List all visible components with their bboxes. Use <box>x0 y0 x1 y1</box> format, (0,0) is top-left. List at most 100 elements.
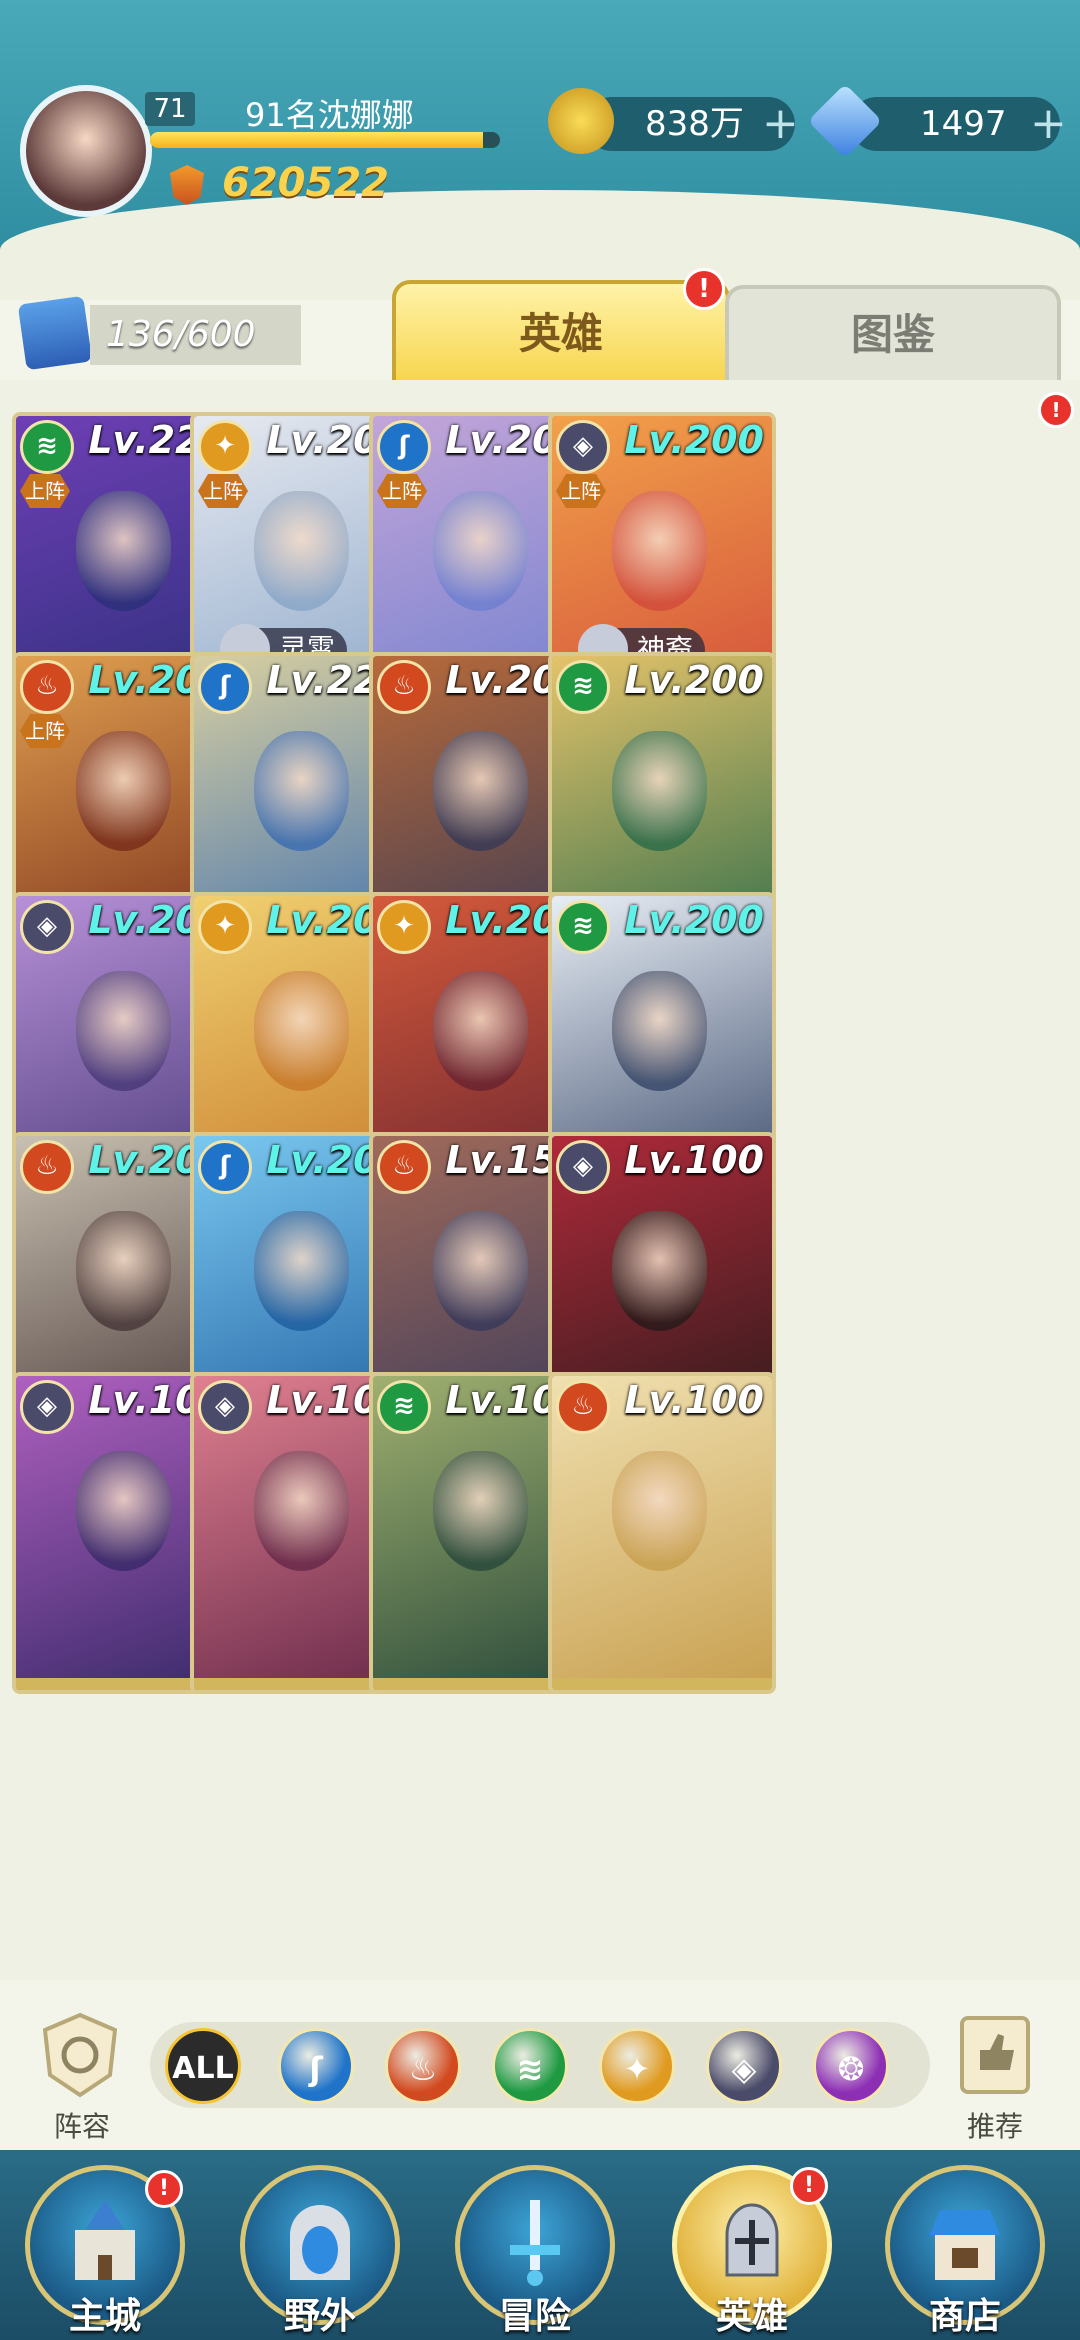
nav-city-badge: ! <box>145 2170 183 2208</box>
lineup-button[interactable] <box>35 2010 125 2100</box>
nav-heroes-badge: ! <box>790 2167 828 2205</box>
element-wind-icon: ≋ <box>556 660 610 714</box>
element-fire-icon: ♨ <box>20 660 74 714</box>
filter-dark-button[interactable]: ◈ <box>706 2028 782 2104</box>
filter-wind-button[interactable]: ≋ <box>492 2028 568 2104</box>
element-water-icon: ʃ <box>198 1140 252 1194</box>
hero-level: Lv.200 <box>624 418 764 462</box>
xp-bar <box>150 132 500 148</box>
hero-level: Lv.200 <box>624 898 764 942</box>
nav-shop-label: 商店 <box>928 2296 1001 2337</box>
hero-face <box>76 731 171 851</box>
lineup-label: 阵容 <box>53 2110 110 2143</box>
hero-face <box>254 731 349 851</box>
hero-card[interactable]: ♨ Lv.100 <box>548 1372 776 1694</box>
portal-icon <box>290 2205 350 2280</box>
deployed-badge: 上阵 <box>20 474 70 508</box>
player-name: 91名沈娜娜 <box>245 96 414 134</box>
deployed-badge: 上阵 <box>556 474 606 508</box>
element-dark-icon: ◈ <box>20 900 74 954</box>
element-light-icon: ✦ <box>198 420 252 474</box>
nav-city-label: 主城 <box>68 2296 141 2337</box>
nav-wild-label: 野外 <box>283 2296 356 2337</box>
hero-level: Lv.100 <box>624 1138 764 1182</box>
element-wind-icon: ≋ <box>556 900 610 954</box>
nav-heroes[interactable]: 英雄 ! <box>672 2165 832 2337</box>
hero-face <box>612 971 707 1091</box>
tab-codex[interactable]: 图鉴 <box>725 285 1061 381</box>
nav-city[interactable]: 主城 ! <box>25 2165 185 2337</box>
filter-light-button[interactable]: ✦ <box>599 2028 675 2104</box>
diamond-display: 1497 <box>850 97 1060 151</box>
element-dark-icon: ◈ <box>556 1140 610 1194</box>
thumbs-up-icon <box>960 2016 1030 2094</box>
shop-stall-icon <box>930 2210 1000 2280</box>
player-avatar[interactable] <box>20 85 152 217</box>
hero-face <box>76 1451 171 1571</box>
hero-face <box>254 971 349 1091</box>
sword-icon <box>510 2200 560 2286</box>
element-dark-icon: ◈ <box>556 420 610 474</box>
element-fire-icon: ♨ <box>377 1140 431 1194</box>
element-water-icon: ʃ <box>198 660 252 714</box>
deployed-badge: 上阵 <box>20 714 70 748</box>
element-fire-icon: ♨ <box>556 1380 610 1434</box>
hero-level: Lv.100 <box>624 1378 764 1422</box>
element-fire-icon: ♨ <box>20 1140 74 1194</box>
filter-fire-button[interactable]: ♨ <box>385 2028 461 2104</box>
knight-helmet-icon <box>725 2203 779 2277</box>
hero-face <box>433 971 528 1091</box>
element-water-icon: ʃ <box>377 420 431 474</box>
nav-adventure-label: 冒险 <box>498 2296 571 2337</box>
element-wind-icon: ≋ <box>377 1380 431 1434</box>
filter-all-button[interactable]: ALL <box>165 2028 241 2104</box>
hero-count: 136/600 <box>90 305 301 365</box>
diamond-amount: 1497 <box>920 104 1007 144</box>
element-light-icon: ✦ <box>377 900 431 954</box>
nav-heroes-label: 英雄 <box>715 2296 788 2337</box>
filter-arcane-button[interactable]: ❂ <box>813 2028 889 2104</box>
hero-face <box>612 491 707 611</box>
nav-adventure[interactable]: 冒险 <box>455 2165 615 2337</box>
element-dark-icon: ◈ <box>20 1380 74 1434</box>
xp-bar-fill <box>150 132 483 148</box>
deployed-badge: 上阵 <box>198 474 248 508</box>
add-diamond-button[interactable]: + <box>1030 97 1067 151</box>
castle-icon <box>75 2200 135 2280</box>
element-wind-icon: ≋ <box>20 420 74 474</box>
hero-face <box>76 1211 171 1331</box>
element-light-icon: ✦ <box>198 900 252 954</box>
filter-water-button[interactable]: ʃ <box>278 2028 354 2104</box>
recommend-button[interactable] <box>950 2010 1040 2100</box>
player-level: 71 <box>145 92 195 126</box>
hero-face <box>76 971 171 1091</box>
lineup-shield-icon <box>42 2012 118 2098</box>
hero-face <box>612 1451 707 1571</box>
hero-face <box>254 491 349 611</box>
add-gold-button[interactable]: + <box>762 97 799 151</box>
hero-cards-icon <box>17 295 93 371</box>
nav-wild[interactable]: 野外 <box>240 2165 400 2337</box>
tab-heroes[interactable]: 英雄 <box>392 280 730 384</box>
nav-shop[interactable]: 商店 <box>885 2165 1045 2337</box>
element-dark-icon: ◈ <box>198 1380 252 1434</box>
hero-grid[interactable]: ≋Lv.225上阵★★★★✦Lv.200上阵灵霄★★★ʃLv.200上阵★★★◈… <box>0 380 1080 1980</box>
element-fire-icon: ♨ <box>377 660 431 714</box>
combat-power: 620522 <box>222 160 389 206</box>
hero-face <box>612 1211 707 1331</box>
hero-alert-badge: ! <box>1038 392 1074 428</box>
hero-face <box>612 731 707 851</box>
hero-face <box>433 1211 528 1331</box>
hero-face <box>254 1211 349 1331</box>
hero-face <box>76 491 171 611</box>
gold-amount: 838万 <box>645 104 744 144</box>
heroes-tab-alert-badge: ! <box>683 268 725 310</box>
deployed-badge: 上阵 <box>377 474 427 508</box>
gold-coin-icon <box>548 88 614 154</box>
hero-face <box>254 1451 349 1571</box>
hero-level: Lv.200 <box>624 658 764 702</box>
hero-face <box>433 731 528 851</box>
hero-face <box>433 1451 528 1571</box>
recommend-label: 推荐 <box>966 2110 1023 2143</box>
hero-face <box>433 491 528 611</box>
